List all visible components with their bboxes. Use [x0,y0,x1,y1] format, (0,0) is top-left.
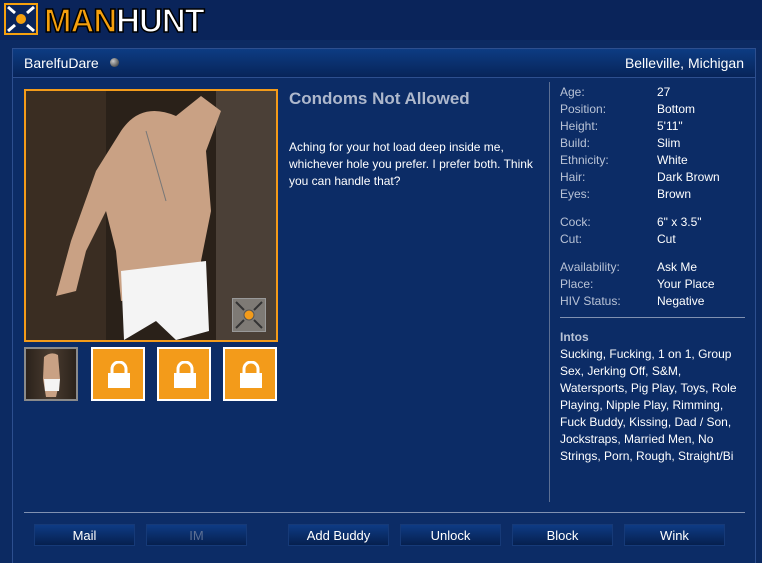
stat-key: Position: [560,102,607,116]
crosshair-logo-icon [4,3,38,35]
stat-value: Slim [657,136,681,150]
stat-key: Place: [560,277,594,291]
stat-key: Cock: [560,215,591,229]
stat-value: 6" x 3.5" [657,215,702,229]
manhunt-logo[interactable]: MANHUNT [4,1,256,40]
stat-row-hair: Hair: Dark Brown [560,169,750,186]
intos-label: Intos [560,330,589,344]
stat-value: Bottom [657,102,696,116]
profile-location: Belleville, Michigan [624,55,744,71]
actions-divider [24,512,745,513]
stat-value: 5'11" [657,119,683,133]
stat-key: Eyes: [560,187,591,201]
main-profile-photo[interactable] [24,89,278,342]
im-button[interactable]: IM [146,524,247,546]
stat-row-cut: Cut: Cut [560,231,750,248]
stat-key: HIV Status: [560,294,621,308]
stat-row-ethnicity: Ethnicity: White [560,152,750,169]
stat-key: Availability: [560,260,620,274]
stat-value: Cut [657,232,676,246]
profile-description: Aching for your hot load deep inside me,… [289,140,533,188]
wink-button[interactable]: Wink [624,524,725,546]
thumbnail-photo-1[interactable] [24,347,78,401]
intos-list: Sucking, Fucking, 1 on 1, Group Sex, Jer… [560,347,737,463]
stat-row-eyes: Eyes: Brown [560,186,750,203]
stat-key: Height: [560,119,599,133]
stat-row-cock: Cock: 6" x 3.5" [560,214,750,231]
thumbnail-locked-1[interactable] [91,347,145,401]
online-status-icon [110,58,119,67]
stat-value: Ask Me [657,260,698,274]
stat-row-build: Build: Slim [560,135,750,152]
stat-key: Hair: [560,170,586,184]
stat-value: Brown [657,187,692,201]
logo-wordmark: MANHUNT [43,1,205,40]
stats-divider [560,317,745,318]
unlock-button[interactable]: Unlock [400,524,501,546]
logo-suffix: HUNT [115,1,205,40]
stat-key: Age: [560,85,585,99]
stat-key: Build: [560,136,591,150]
vertical-divider [549,82,550,502]
stat-row-place: Place: Your Place [560,276,750,293]
stat-value: Dark Brown [657,170,720,184]
stat-value: White [657,153,688,167]
stat-value: Negative [657,294,705,308]
profile-headline: Condoms Not Allowed [289,89,470,108]
lock-icon [108,361,130,388]
stat-row-age: Age: 27 [560,84,750,101]
lock-icon [240,361,262,388]
logo-bar: MANHUNT [0,0,762,40]
add-buddy-button[interactable]: Add Buddy [288,524,389,546]
stat-row-position: Position: Bottom [560,101,750,118]
thumbnail-figure [43,353,60,397]
mail-button[interactable]: Mail [34,524,135,546]
profile-username[interactable]: BarelfuDare [24,55,99,71]
stat-value: 27 [657,85,671,99]
thumbnail-locked-2[interactable] [157,347,211,401]
stat-row-hiv-status: HIV Status: Negative [560,293,750,310]
stat-key: Cut: [560,232,583,246]
block-button[interactable]: Block [512,524,613,546]
thumbnail-locked-3[interactable] [223,347,277,401]
stat-key: Ethnicity: [560,153,609,167]
logo-prefix: MAN [43,1,118,40]
stat-row-availability: Availability: Ask Me [560,259,750,276]
lock-icon [174,361,196,388]
zoom-icon[interactable] [232,298,266,332]
stat-row-height: Height: 5'11" [560,118,750,135]
stat-value: Your Place [657,277,715,291]
